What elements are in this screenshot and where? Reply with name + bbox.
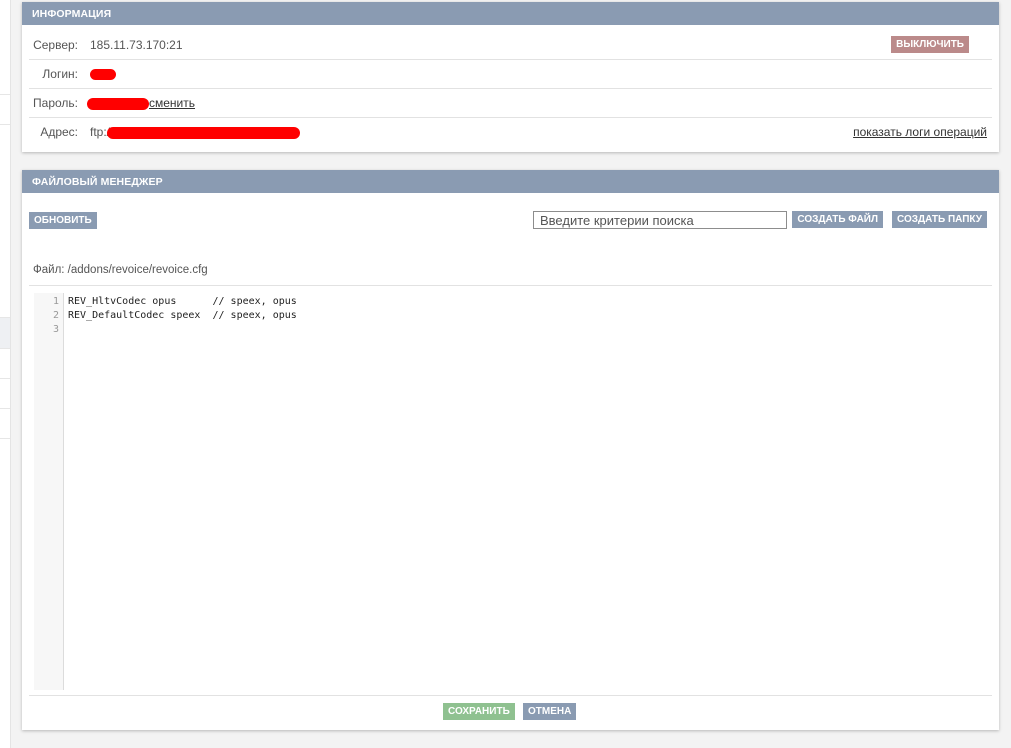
left-edge-highlight [0, 318, 10, 348]
code-editor[interactable]: 1 2 3 REV_HltvCodec opus // speex, opus … [34, 293, 992, 690]
server-value: 185.11.73.170:21 [90, 38, 183, 52]
server-label: Сервер: [33, 38, 78, 52]
address-value: ftp:// [90, 118, 301, 146]
address-label: Адрес: [40, 125, 78, 139]
code-line[interactable]: REV_HltvCodec opus // speex, opus [68, 295, 297, 309]
shutdown-button[interactable]: ВЫКЛЮЧИТЬ [891, 36, 969, 53]
save-button[interactable]: СОХРАНИТЬ [443, 703, 515, 720]
redaction-mark [107, 126, 301, 139]
search-input[interactable] [533, 211, 787, 229]
password-value: сменить [87, 89, 195, 117]
left-edge-divider [0, 348, 10, 349]
create-file-button[interactable]: СОЗДАТЬ ФАЙЛ [792, 211, 883, 228]
file-manager-toolbar: ОБНОВИТЬ СОЗДАТЬ ФАЙЛ СОЗДАТЬ ПАПКУ [29, 211, 987, 231]
address-row: Адрес: ftp:// показать логи операций [29, 118, 992, 146]
info-panel: ИНФОРМАЦИЯ Сервер: 185.11.73.170:21 ВЫКЛ… [22, 2, 999, 152]
left-edge-divider [0, 438, 10, 439]
login-value-redacted [90, 60, 116, 88]
left-edge-divider [0, 378, 10, 379]
password-label: Пароль: [33, 96, 78, 110]
left-edge-divider [0, 317, 10, 318]
info-panel-title: ИНФОРМАЦИЯ [22, 2, 999, 25]
left-edge-divider [0, 94, 10, 95]
file-manager-title: ФАЙЛОВЫЙ МЕНЕДЖЕР [22, 170, 999, 193]
page-left-edge [0, 0, 11, 748]
left-edge-divider [0, 124, 10, 125]
redaction-mark [90, 69, 116, 81]
password-row: Пароль: сменить [29, 89, 992, 118]
redaction-mark [87, 97, 149, 110]
change-password-link[interactable]: сменить [149, 96, 195, 110]
refresh-button[interactable]: ОБНОВИТЬ [29, 212, 97, 229]
code-line[interactable]: REV_DefaultCodec speex // speex, opus [68, 309, 297, 323]
show-logs-link[interactable]: показать логи операций [853, 118, 987, 146]
server-row: Сервер: 185.11.73.170:21 ВЫКЛЮЧИТЬ [29, 31, 992, 60]
line-number: 1 [52, 296, 59, 307]
line-number: 2 [52, 310, 59, 321]
file-path: Файл: /addons/revoice/revoice.cfg [33, 264, 208, 276]
divider [29, 285, 992, 286]
line-number: 3 [52, 324, 59, 335]
cancel-button[interactable]: ОТМЕНА [523, 703, 577, 720]
login-label: Логин: [42, 67, 78, 81]
editor-gutter: 1 2 3 [34, 293, 64, 690]
file-manager-panel: ФАЙЛОВЫЙ МЕНЕДЖЕР ОБНОВИТЬ СОЗДАТЬ ФАЙЛ … [22, 170, 999, 730]
divider [29, 695, 992, 696]
create-folder-button[interactable]: СОЗДАТЬ ПАПКУ [892, 211, 987, 228]
left-edge-divider [0, 408, 10, 409]
login-row: Логин: [29, 60, 992, 89]
